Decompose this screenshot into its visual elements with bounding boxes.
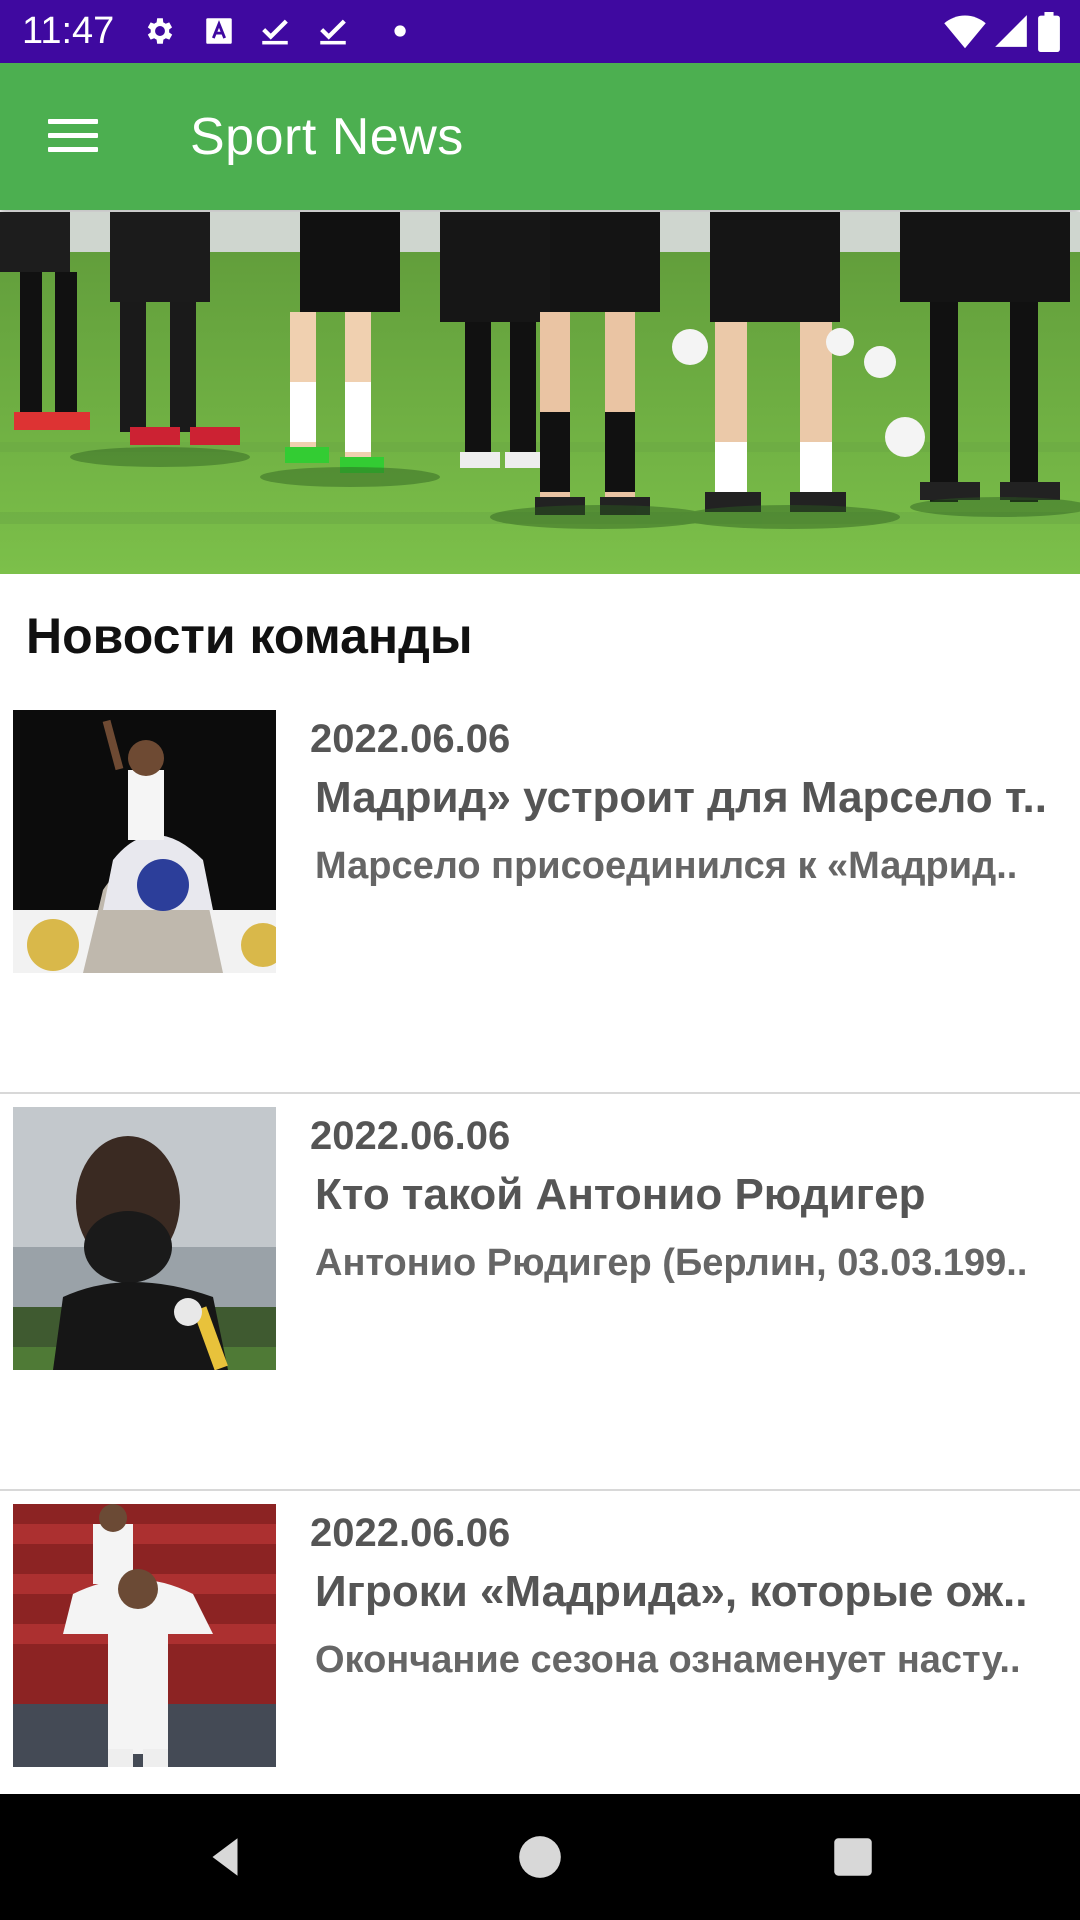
news-list: 2022.06.06 Мадрид» устроит для Марсело т… — [0, 697, 1080, 1831]
gear-icon — [147, 18, 173, 44]
news-summary: Окончание сезона ознаменует насту.. — [315, 1639, 1021, 1681]
signal-icon — [995, 15, 1027, 47]
recents-icon[interactable] — [828, 1832, 878, 1882]
news-date: 2022.06.06 — [310, 1114, 511, 1158]
news-item[interactable]: 2022.06.06 Мадрид» устроит для Марсело т… — [0, 697, 1080, 1094]
news-thumbnail — [13, 1107, 276, 1370]
news-thumbnail — [13, 710, 276, 973]
news-date: 2022.06.06 — [310, 1511, 511, 1555]
news-title: Мадрид» устроит для Марсело т.. — [315, 773, 1047, 822]
status-bar: 11:47 — [0, 0, 1080, 63]
news-date: 2022.06.06 — [310, 717, 511, 761]
back-icon[interactable] — [200, 1832, 250, 1882]
news-item[interactable]: 2022.06.06 Кто такой Антонио Рюдигер Ант… — [0, 1094, 1080, 1491]
app-title: Sport News — [190, 108, 464, 166]
status-time: 11:47 — [22, 10, 115, 52]
news-summary: Марсело присоединился к «Мадрид.. — [315, 845, 1018, 887]
font-icon — [206, 18, 232, 44]
battery-icon — [1038, 12, 1060, 52]
news-item[interactable]: 2022.06.06 Игроки «Мадрида», которые ож.… — [0, 1491, 1080, 1831]
news-thumbnail — [13, 1504, 276, 1767]
hero-image — [0, 212, 1080, 574]
download-done-icon — [262, 19, 288, 45]
wifi-icon — [944, 15, 986, 49]
download-done-icon — [320, 19, 346, 45]
navigation-bar — [0, 1794, 1080, 1920]
home-icon[interactable] — [515, 1832, 565, 1882]
app-bar: Sport News — [0, 63, 1080, 210]
hamburger-menu-icon[interactable] — [40, 105, 106, 165]
news-summary: Антонио Рюдигер (Берлин, 03.03.199.. — [315, 1242, 1028, 1284]
section-title: Новости команды — [26, 608, 473, 664]
news-title: Игроки «Мадрида», которые ож.. — [315, 1567, 1028, 1616]
football-training-image — [0, 212, 1080, 574]
dot-icon — [394, 25, 406, 37]
news-title: Кто такой Антонио Рюдигер — [315, 1170, 926, 1219]
